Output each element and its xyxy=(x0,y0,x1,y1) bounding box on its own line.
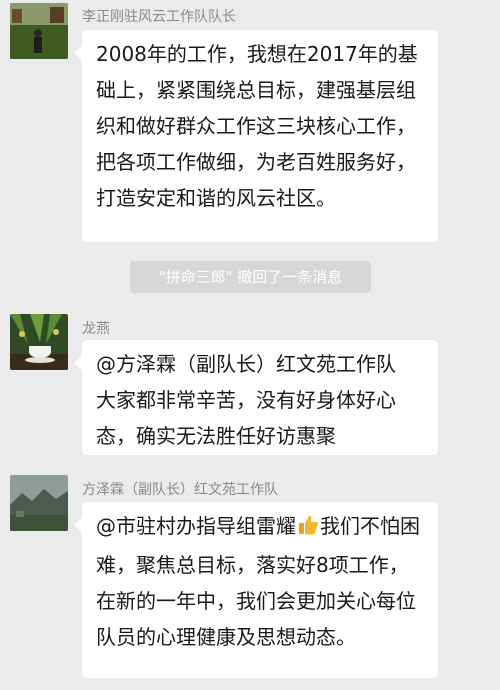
system-notice: "拼命三郎" 撤回了一条消息 xyxy=(130,261,371,293)
message-text-part: @市驻村办指导组雷耀 xyxy=(96,514,296,538)
avatar-photo-man-outdoors-icon xyxy=(10,3,68,59)
message-text: @市驻村办指导组雷耀 我们不怕困难，聚焦总目标，落实好8项工作，在新的一年中，我们… xyxy=(96,508,426,655)
thumbs-up-icon xyxy=(297,511,319,547)
message-text: @方泽霖（副队长）红文苑工作队 大家都非常辛苦，没有好身体好心态，确实无法胜任好… xyxy=(96,352,409,448)
avatar[interactable] xyxy=(10,3,68,59)
chat-screen: { "messages": [ { "sender": "李正刚驻风云工作队队长… xyxy=(0,0,500,690)
avatar-photo-misty-landscape-icon xyxy=(10,475,68,531)
message-bubble[interactable]: @方泽霖（副队长）红文苑工作队 大家都非常辛苦，没有好身体好心态，确实无法胜任好… xyxy=(74,340,438,455)
avatar[interactable] xyxy=(10,475,68,531)
avatar-photo-teacup-flowers-icon xyxy=(10,314,68,370)
sender-name: 龙燕 xyxy=(82,321,110,337)
sender-name: 李正刚驻风云工作队队长 xyxy=(82,9,236,25)
message-bubble[interactable]: 2008年的工作，我想在2017年的基础上，紧紧围绕总目标，建强基层组织和做好群… xyxy=(74,30,438,242)
message-bubble[interactable]: @市驻村办指导组雷耀 我们不怕困难，聚焦总目标，落实好8项工作，在新的一年中，我们… xyxy=(74,502,438,678)
message-text: 2008年的工作，我想在2017年的基础上，紧紧围绕总目标，建强基层组织和做好群… xyxy=(96,42,418,210)
sender-name: 方泽霖（副队长）红文苑工作队 xyxy=(82,482,278,498)
avatar[interactable] xyxy=(10,314,68,370)
